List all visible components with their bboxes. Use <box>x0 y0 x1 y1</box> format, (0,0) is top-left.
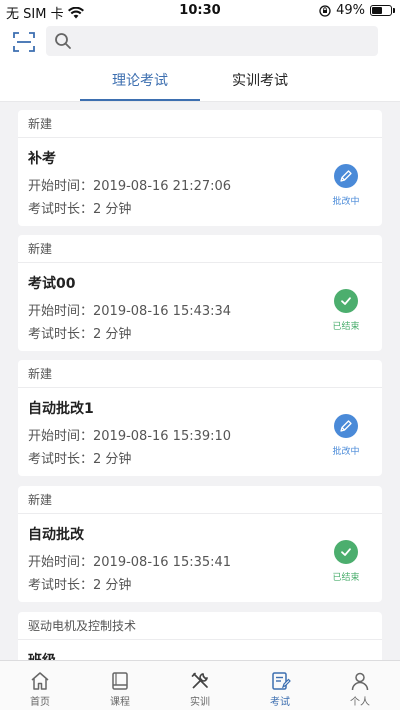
exam-card[interactable]: 新建 自动批改 开始时间：2019-08-16 15:35:41 考试时长：2 … <box>18 486 382 602</box>
exam-card-body[interactable]: 补考 开始时间：2019-08-16 21:27:06 考试时长：2 分钟 批改… <box>18 138 382 226</box>
nav-home[interactable]: 首页 <box>0 661 80 710</box>
search-input[interactable] <box>46 26 378 56</box>
exam-card-body[interactable]: 自动批改1 开始时间：2019-08-16 15:39:10 考试时长：2 分钟… <box>18 388 382 476</box>
exam-name: 考试00 <box>28 276 76 292</box>
search-header <box>0 22 400 62</box>
exam-card-body[interactable]: 班级 <box>18 640 382 660</box>
exam-tabs: 理论考试 实训考试 <box>0 62 400 102</box>
exam-category: 驱动电机及控制技术 <box>18 612 382 640</box>
battery-icon <box>370 5 395 16</box>
battery-level <box>372 7 382 14</box>
pencil-icon <box>334 164 358 188</box>
exam-icon <box>272 672 291 690</box>
nav-label: 实训 <box>190 697 210 708</box>
exam-list[interactable]: 新建 补考 开始时间：2019-08-16 21:27:06 考试时长：2 分钟… <box>0 102 400 660</box>
scan-icon[interactable] <box>13 31 35 53</box>
check-icon <box>334 289 358 313</box>
exam-name: 自动批改 <box>28 527 84 543</box>
exam-start-time: 开始时间：2019-08-16 21:27:06 <box>28 179 232 194</box>
person-icon <box>351 672 369 691</box>
tools-icon <box>191 672 208 689</box>
nav-exam[interactable]: 考试 <box>240 661 320 710</box>
exam-status: 已结束 <box>332 573 360 583</box>
book-icon <box>112 672 128 690</box>
exam-card[interactable]: 新建 补考 开始时间：2019-08-16 21:27:06 考试时长：2 分钟… <box>18 110 382 226</box>
exam-status: 已结束 <box>332 322 360 332</box>
nav-label: 课程 <box>110 697 130 708</box>
exam-category: 新建 <box>18 235 382 263</box>
exam-card-body[interactable]: 考试00 开始时间：2019-08-16 15:43:34 考试时长：2 分钟 … <box>18 263 382 351</box>
exam-name: 自动批改1 <box>28 401 94 417</box>
battery-percent: 49% <box>336 3 365 18</box>
nav-label: 个人 <box>350 697 370 708</box>
check-icon <box>334 540 358 564</box>
home-icon <box>31 672 49 690</box>
exam-start-time: 开始时间：2019-08-16 15:39:10 <box>28 429 232 444</box>
active-tab-indicator <box>80 99 200 101</box>
nav-label: 考试 <box>270 697 290 708</box>
exam-name: 补考 <box>28 151 56 167</box>
exam-duration: 考试时长：2 分钟 <box>28 452 132 467</box>
nav-label: 首页 <box>30 697 50 708</box>
exam-card[interactable]: 新建 自动批改1 开始时间：2019-08-16 15:39:10 考试时长：2… <box>18 360 382 476</box>
orientation-lock-icon <box>319 4 331 17</box>
exam-card[interactable]: 驱动电机及控制技术 班级 <box>18 612 382 660</box>
search-icon <box>55 33 71 49</box>
exam-duration: 考试时长：2 分钟 <box>28 202 132 217</box>
status-right: 49% <box>319 3 395 18</box>
exam-category: 新建 <box>18 110 382 138</box>
pencil-icon <box>334 414 358 438</box>
nav-training[interactable]: 实训 <box>160 661 240 710</box>
tab-theory-exam[interactable]: 理论考试 <box>80 62 200 102</box>
nav-profile[interactable]: 个人 <box>320 661 400 710</box>
exam-category: 新建 <box>18 486 382 514</box>
exam-duration: 考试时长：2 分钟 <box>28 327 132 342</box>
tab-practical-exam[interactable]: 实训考试 <box>200 62 320 102</box>
exam-status: 批改中 <box>332 197 360 207</box>
exam-start-time: 开始时间：2019-08-16 15:35:41 <box>28 555 232 570</box>
status-bar: 无 SIM 卡 10:30 49% <box>0 0 400 22</box>
exam-status: 批改中 <box>332 447 360 457</box>
exam-category: 新建 <box>18 360 382 388</box>
exam-start-time: 开始时间：2019-08-16 15:43:34 <box>28 304 232 319</box>
nav-course[interactable]: 课程 <box>80 661 160 710</box>
exam-card-body[interactable]: 自动批改 开始时间：2019-08-16 15:35:41 考试时长：2 分钟 … <box>18 514 382 602</box>
exam-name: 班级 <box>28 650 56 660</box>
exam-duration: 考试时长：2 分钟 <box>28 578 132 593</box>
exam-card[interactable]: 新建 考试00 开始时间：2019-08-16 15:43:34 考试时长：2 … <box>18 235 382 351</box>
bottom-nav: 首页 课程 实训 考试 个人 <box>0 660 400 710</box>
